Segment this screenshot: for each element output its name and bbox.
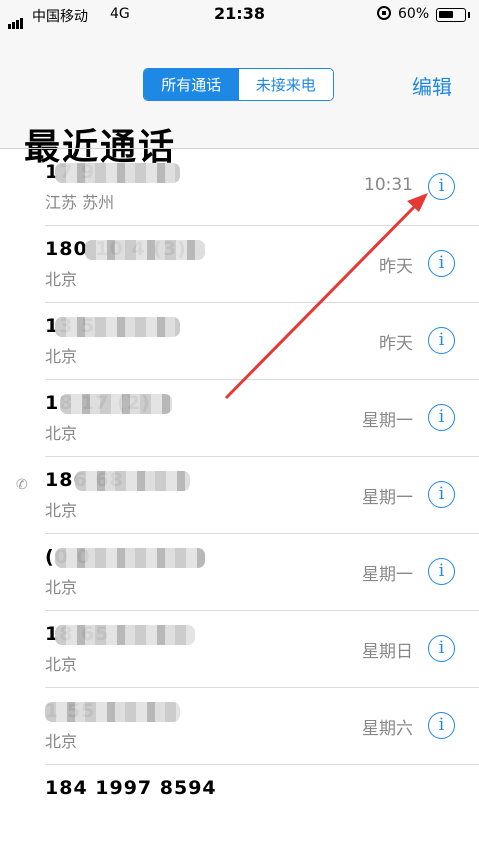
annotation-arrow [224,193,428,400]
